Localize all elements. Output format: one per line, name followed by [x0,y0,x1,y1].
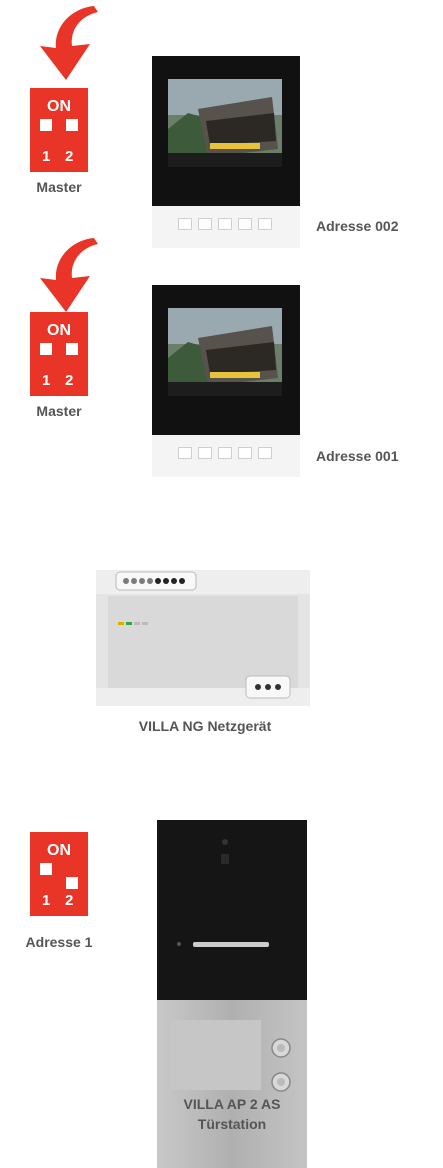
monitor-button[interactable] [178,218,192,230]
monitor-button-panel [152,206,300,248]
monitor-button[interactable] [218,447,232,459]
monitor-button-panel [152,435,300,477]
monitor-screen-image [168,308,282,396]
switch-lever-1 [40,119,52,131]
dip-switch-3: ON 1 2 [30,832,88,916]
indoor-monitor-1 [152,56,300,248]
monitor-button[interactable] [238,218,252,230]
monitor-button[interactable] [258,218,272,230]
monitor-button[interactable] [198,447,212,459]
switch-label-master: Master [36,179,82,195]
switch-number-1: 1 [42,892,51,909]
monitor-address-label: Adresse 001 [316,448,399,464]
switch-number-2: 2 [65,892,74,909]
dip-switch-1: ON 1 2 [30,88,88,172]
switch-lever-1 [40,343,52,355]
switch-number-1: 1 [42,148,51,165]
monitor-button[interactable] [178,447,192,459]
monitor-button[interactable] [198,218,212,230]
switch-label-master: Master [36,403,82,419]
switch-lever-2 [66,877,78,889]
power-supply-unit [96,570,310,706]
door-station-label-line2: Türstation [197,1116,267,1132]
switch-on-label: ON [47,842,71,859]
monitor-screen-image [168,79,282,167]
switch-number-2: 2 [65,148,74,165]
switch-on-label: ON [47,322,71,339]
door-station-label-line1: VILLA AP 2 AS [183,1096,281,1112]
indoor-monitor-2 [152,285,300,477]
arrow-icon [40,6,98,80]
switch-number-1: 1 [42,372,51,389]
monitor-address-label: Adresse 002 [316,218,399,234]
dip-switch-2: ON 1 2 [30,312,88,396]
switch-on-label: ON [47,98,71,115]
switch-lever-2 [66,343,78,355]
power-supply-label: VILLA NG Netzgerät [138,718,272,734]
monitor-button[interactable] [238,447,252,459]
monitor-button[interactable] [218,218,232,230]
switch-lever-2 [66,119,78,131]
switch-label-address: Adresse 1 [25,934,93,950]
monitor-button[interactable] [258,447,272,459]
switch-lever-1 [40,863,52,875]
switch-number-2: 2 [65,372,74,389]
arrow-icon [40,238,98,312]
